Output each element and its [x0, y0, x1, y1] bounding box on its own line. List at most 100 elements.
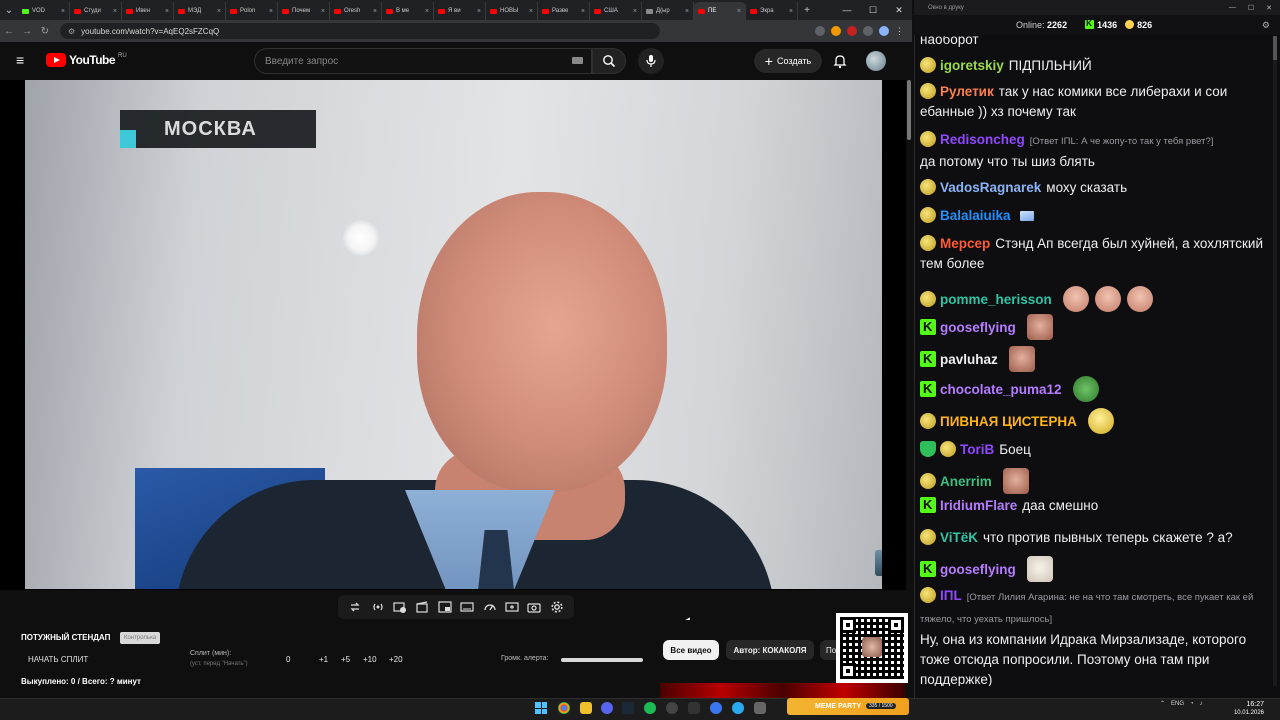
chat-message-list[interactable]: наоборот igoretskiy ПІДПІЛЬНИЙ Рулетик так у… — [920, 36, 1274, 686]
add-10-minutes-button[interactable]: +10 — [363, 655, 377, 664]
browser-tab[interactable]: ПЕ × — [694, 2, 746, 20]
close-icon[interactable]: ✕ — [1266, 4, 1272, 12]
extension-icon[interactable] — [847, 25, 857, 36]
url-field[interactable]: ⚙ youtube.com/watch?v=AqEQ2sFZCqQ — [60, 23, 660, 39]
app-taskbar-icon[interactable] — [710, 702, 722, 714]
browser-tab[interactable]: Почем × — [278, 2, 330, 20]
browser-tab[interactable]: Я ви × — [434, 2, 486, 20]
tab-close-icon[interactable]: × — [373, 8, 377, 15]
chat-username[interactable]: Anerrim — [940, 474, 992, 489]
back-icon[interactable]: ← — [0, 26, 18, 37]
tab-close-icon[interactable]: × — [269, 8, 273, 15]
chat-username[interactable]: gooseflying — [940, 320, 1016, 335]
tab-close-icon[interactable]: × — [113, 8, 117, 15]
system-clock[interactable]: 16:27 10.01.2026 — [1228, 700, 1264, 718]
chat-username[interactable]: igoretskiy — [940, 58, 1004, 73]
chat-username[interactable]: pavluhaz — [940, 352, 998, 367]
tab-close-icon[interactable]: × — [529, 8, 533, 15]
forward-icon[interactable]: → — [18, 26, 36, 37]
extension-icon[interactable] — [815, 25, 825, 36]
chat-username[interactable]: VadosRagnarek — [940, 180, 1041, 195]
voice-search-button[interactable] — [638, 48, 664, 74]
add-clip-icon[interactable] — [505, 600, 519, 614]
chat-username[interactable]: Мерсер — [940, 236, 990, 251]
tab-close-icon[interactable]: × — [61, 8, 65, 15]
create-button[interactable]: + Создать — [754, 49, 822, 73]
scrollbar-thumb[interactable] — [1273, 36, 1277, 60]
chat-username[interactable]: IПL — [940, 588, 962, 603]
search-button[interactable] — [592, 48, 626, 74]
maximize-icon[interactable]: ☐ — [1248, 4, 1254, 12]
browser-tab[interactable]: Экра × — [746, 2, 798, 20]
add-1-minute-button[interactable]: +1 — [319, 655, 328, 664]
start-split-button[interactable]: НАЧАТЬ СПЛИТ — [28, 655, 88, 664]
keyboard-icon[interactable] — [572, 57, 583, 64]
browser-tab[interactable]: VOD × — [18, 2, 70, 20]
browser-tab[interactable]: США × — [590, 2, 642, 20]
profile-icon[interactable] — [879, 25, 889, 36]
language-indicator[interactable]: ENG — [1171, 701, 1184, 707]
chat-username[interactable]: Redisoncheg — [940, 132, 1025, 147]
steam-taskbar-icon[interactable] — [622, 702, 634, 714]
telegram-taskbar-icon[interactable] — [732, 702, 744, 714]
discord-taskbar-icon[interactable] — [601, 702, 613, 714]
tab-close-icon[interactable]: × — [321, 8, 325, 15]
chat-username[interactable]: ПИВНАЯ ЦИСТЕРНА — [940, 414, 1077, 429]
tab-close-icon[interactable]: × — [425, 8, 429, 15]
youtube-logo[interactable]: YouTube RU — [46, 53, 127, 67]
chat-username[interactable]: Balalaiuika — [940, 208, 1011, 223]
extension-icon[interactable] — [831, 25, 841, 36]
page-scrollbar[interactable] — [906, 80, 912, 690]
chat-username[interactable]: Рулетик — [940, 84, 994, 99]
network-icon[interactable]: ◔ — [1190, 701, 1194, 707]
extension-icon[interactable] — [863, 25, 873, 36]
chip-author[interactable]: Автор: КОКАКОЛЯ — [726, 640, 814, 660]
tab-close-icon[interactable]: × — [789, 8, 793, 15]
user-avatar[interactable] — [866, 51, 886, 71]
tab-close-icon[interactable]: × — [165, 8, 169, 15]
tab-close-icon[interactable]: × — [581, 8, 585, 15]
search-input[interactable]: Введите запрос — [254, 48, 592, 74]
reload-icon[interactable]: ↻ — [36, 26, 54, 37]
scrollbar-thumb[interactable] — [907, 80, 911, 140]
browser-tab[interactable]: Ивен × — [122, 2, 174, 20]
browser-tab[interactable]: В ме × — [382, 2, 434, 20]
broadcast-icon[interactable] — [371, 600, 385, 614]
close-icon[interactable]: ✕ — [886, 5, 912, 16]
chat-username[interactable]: IridiumFlare — [940, 498, 1017, 513]
maximize-icon[interactable]: ☐ — [860, 5, 886, 16]
chat-settings-icon[interactable]: ⚙ — [1262, 20, 1270, 31]
chat-username[interactable]: gooseflying — [940, 562, 1016, 577]
hamburger-menu-icon[interactable]: ≡ — [16, 53, 30, 67]
browser-tab[interactable]: НОВЫ × — [486, 2, 538, 20]
screenshot-camera-icon[interactable] — [527, 600, 541, 614]
tab-close-icon[interactable]: × — [477, 8, 481, 15]
browser-tab[interactable]: Oresh × — [330, 2, 382, 20]
windows-start-icon[interactable] — [535, 702, 547, 714]
clapper-icon[interactable] — [415, 600, 429, 614]
tab-search-icon[interactable]: ⌄ — [0, 5, 18, 16]
control-badge[interactable]: Контролька — [120, 632, 161, 644]
tray-chevron-icon[interactable]: ⌃ — [1160, 700, 1165, 707]
chip-all-videos[interactable]: Все видео — [663, 640, 719, 660]
site-info-icon[interactable]: ⚙ — [68, 27, 75, 36]
chat-username[interactable]: pomme_herisson — [940, 292, 1052, 307]
menu-icon[interactable]: ⋮ — [895, 26, 904, 37]
picture-in-picture-icon[interactable] — [438, 600, 452, 614]
speed-gauge-icon[interactable] — [483, 600, 497, 614]
settings-gear-icon[interactable] — [550, 600, 564, 614]
tab-close-icon[interactable]: × — [685, 8, 689, 15]
theater-mode-icon[interactable] — [460, 600, 474, 614]
browser-tab[interactable]: Разве × — [538, 2, 590, 20]
loop-icon[interactable] — [348, 600, 362, 614]
volume-icon[interactable]: ♪ — [1200, 701, 1203, 707]
chat-scrollbar[interactable] — [1273, 36, 1277, 686]
chrome-taskbar-icon[interactable] — [558, 702, 570, 714]
tab-close-icon[interactable]: × — [737, 8, 741, 15]
chat-username[interactable]: ToriB — [960, 442, 994, 457]
app-taskbar-icon[interactable] — [754, 702, 766, 714]
recommended-thumbnail-strip[interactable] — [660, 683, 905, 698]
watch-later-icon[interactable] — [393, 600, 407, 614]
obs-taskbar-icon[interactable] — [666, 702, 678, 714]
notifications-bell-icon[interactable] — [832, 53, 848, 69]
